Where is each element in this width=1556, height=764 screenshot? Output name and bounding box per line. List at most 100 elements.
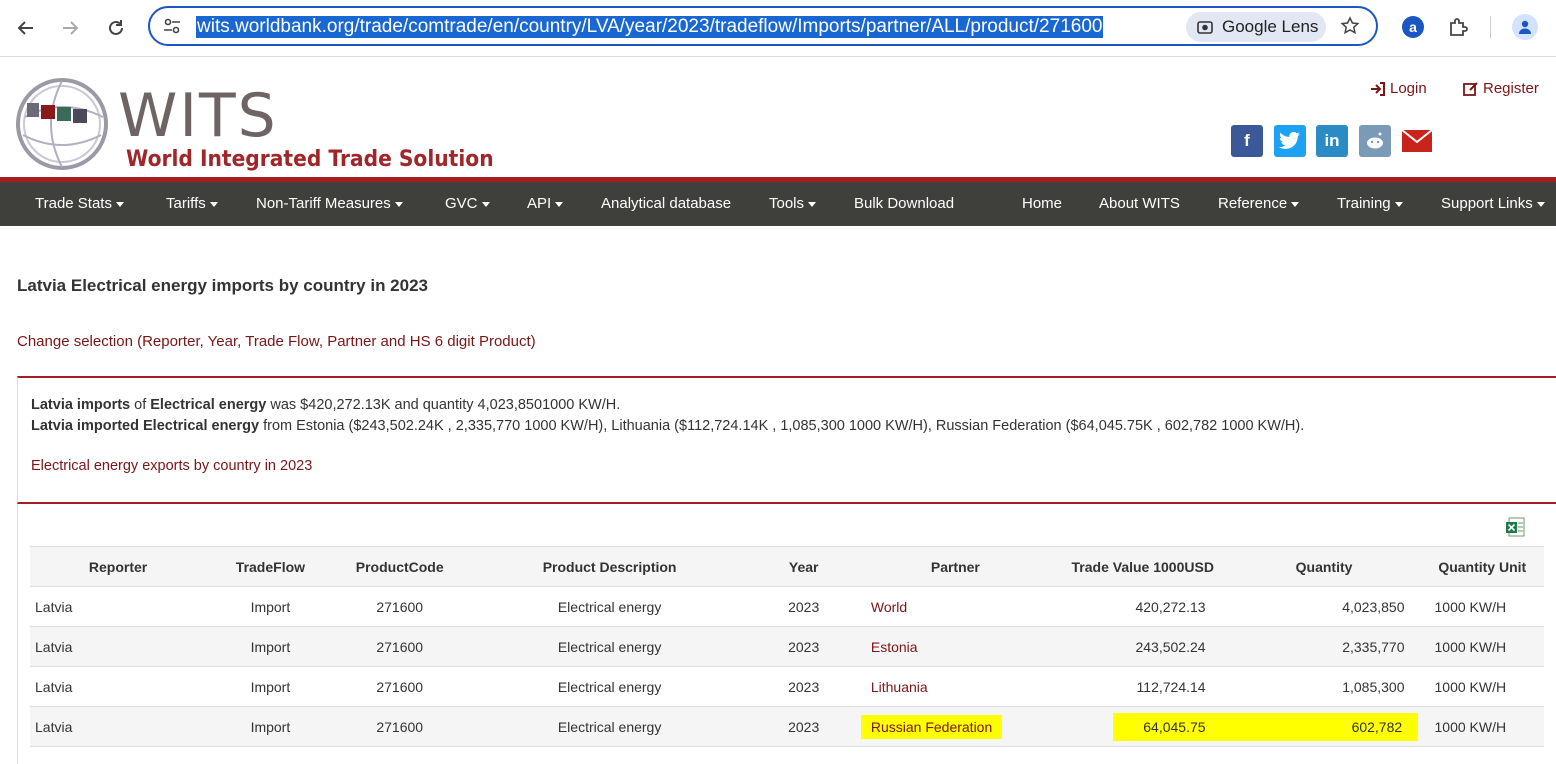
summary-text-of: of (130, 397, 151, 413)
col-reporter[interactable]: Reporter (30, 546, 207, 587)
cell-quantity: 1,085,300 (1227, 666, 1421, 707)
nav-support-links-label: Support Links (1441, 195, 1533, 212)
nav-training[interactable]: Training (1337, 182, 1403, 226)
nav-about-wits[interactable]: About WITS (1099, 182, 1180, 226)
summary-text-partners: from Estonia ($243,502.24K , 2,335,770 1… (259, 418, 1305, 434)
col-tradeflow[interactable]: TradeFlow (206, 546, 335, 587)
profile-avatar-icon[interactable] (1512, 14, 1538, 40)
cell-partner: Russian Federation (852, 706, 1058, 747)
summary-panel: Latvia imports of Electrical energy was … (17, 376, 1556, 504)
nav-reference[interactable]: Reference (1218, 182, 1300, 226)
login-link[interactable]: Login (1370, 80, 1427, 97)
excel-export-icon[interactable] (1506, 517, 1525, 537)
cell-year: 2023 (754, 666, 853, 707)
nav-tariffs[interactable]: Tariffs (166, 182, 218, 226)
nav-tools[interactable]: Tools (769, 182, 817, 226)
summary-bold-imported: Latvia imported Electrical energy (31, 418, 260, 434)
wits-globe-logo[interactable] (15, 77, 109, 176)
caret-down-icon (1536, 201, 1545, 207)
caret-down-icon (394, 201, 403, 207)
caret-down-icon (1394, 201, 1403, 207)
cell-partner: Lithuania (852, 666, 1058, 707)
partner-link[interactable]: Estonia (871, 639, 918, 655)
facebook-icon[interactable]: f (1231, 125, 1263, 157)
cell-partner: Estonia (852, 626, 1058, 667)
extension-a-icon[interactable]: a (1402, 16, 1424, 38)
nav-trade-stats[interactable]: Trade Stats (35, 182, 124, 226)
cell-trade-value: 112,724.14 (1057, 666, 1228, 707)
cell-reporter: Latvia (30, 626, 207, 667)
cell-product-description: Electrical energy (464, 586, 755, 627)
col-trade-value[interactable]: Trade Value 1000USD (1057, 546, 1228, 587)
cell-productcode: 271600 (334, 586, 465, 627)
wits-logo-word: WITS (118, 81, 278, 151)
cell-reporter: Latvia (30, 666, 207, 707)
site-settings-icon[interactable] (162, 16, 182, 41)
cell-quantity: 602,782 (1227, 706, 1421, 747)
wits-logo-subtitle: World Integrated Trade Solution (126, 147, 494, 172)
back-arrow-icon[interactable] (12, 14, 40, 42)
col-quantity[interactable]: Quantity (1227, 546, 1421, 587)
change-selection-link[interactable]: Change selection (Reporter, Year, Trade … (17, 333, 536, 350)
partner-link[interactable]: World (871, 599, 907, 615)
summary-line-2: Latvia imported Electrical energy from E… (31, 416, 1304, 437)
nav-trade-stats-label: Trade Stats (35, 195, 112, 212)
col-productcode[interactable]: ProductCode (334, 546, 465, 587)
nav-non-tariff-measures[interactable]: Non-Tariff Measures (256, 182, 403, 226)
col-year[interactable]: Year (754, 546, 853, 587)
wits-logo-text[interactable]: WITS (118, 84, 278, 148)
nav-home[interactable]: Home (1022, 182, 1062, 226)
edit-icon (1463, 81, 1478, 96)
col-quantity-unit[interactable]: Quantity Unit (1420, 546, 1544, 587)
nav-support-links[interactable]: Support Links (1441, 182, 1545, 226)
nav-api[interactable]: API (527, 182, 564, 226)
table-row: Latvia Import 271600 Electrical energy 2… (30, 626, 1544, 667)
cell-product-description: Electrical energy (464, 706, 755, 747)
exports-by-country-link[interactable]: Electrical energy exports by country in … (31, 458, 312, 474)
summary-bold-product: Electrical energy (150, 397, 267, 413)
url-text[interactable]: wits.worldbank.org/trade/comtrade/en/cou… (196, 16, 1104, 38)
bookmark-star-icon[interactable] (1340, 16, 1360, 41)
linkedin-icon[interactable]: in (1316, 125, 1348, 157)
address-bar[interactable]: wits.worldbank.org/trade/comtrade/en/cou… (148, 6, 1378, 46)
nav-gvc[interactable]: GVC (445, 182, 490, 226)
twitter-icon[interactable] (1274, 125, 1306, 157)
register-link[interactable]: Register (1463, 80, 1539, 97)
partner-link[interactable]: Lithuania (871, 679, 928, 695)
cell-product-description: Electrical energy (464, 626, 755, 667)
cell-tradeflow: Import (206, 706, 335, 747)
google-lens-button[interactable]: Google Lens (1186, 12, 1326, 42)
nav-bulk-download[interactable]: Bulk Download (854, 182, 954, 226)
caret-down-icon (808, 201, 817, 207)
cell-reporter: Latvia (30, 706, 207, 747)
browser-toolbar: wits.worldbank.org/trade/comtrade/en/cou… (0, 0, 1556, 57)
cell-quantity-unit: 1000 KW/H (1420, 586, 1544, 627)
google-lens-label: Google Lens (1222, 17, 1319, 36)
highlighted-trade-value: 64,045.75 (1113, 712, 1228, 741)
col-partner[interactable]: Partner (852, 546, 1058, 587)
cell-reporter: Latvia (30, 586, 207, 627)
caret-down-icon (209, 201, 218, 207)
summary-text-value: was $420,272.13K and quantity 4,023,8501… (266, 397, 621, 413)
cell-quantity-unit: 1000 KW/H (1420, 626, 1544, 667)
cell-trade-value: 420,272.13 (1057, 586, 1228, 627)
partner-link[interactable]: Russian Federation (860, 714, 1003, 739)
cell-trade-value: 243,502.24 (1057, 626, 1228, 667)
nav-analytical-database[interactable]: Analytical database (601, 182, 731, 226)
cell-quantity: 4,023,850 (1227, 586, 1421, 627)
col-product-description[interactable]: Product Description (464, 546, 755, 587)
nav-home-label: Home (1022, 195, 1063, 212)
reload-icon[interactable] (102, 14, 130, 42)
nav-bulk-download-label: Bulk Download (854, 195, 955, 212)
nav-about-wits-label: About WITS (1099, 195, 1180, 212)
email-icon[interactable] (1401, 125, 1433, 157)
cell-partner: World (852, 586, 1058, 627)
cell-tradeflow: Import (206, 586, 335, 627)
camera-lens-icon (1197, 21, 1213, 34)
nav-gvc-label: GVC (445, 195, 478, 212)
page-title: Latvia Electrical energy imports by coun… (17, 276, 428, 295)
reddit-icon[interactable] (1359, 125, 1391, 157)
forward-arrow-icon[interactable] (56, 14, 84, 42)
cell-product-description: Electrical energy (464, 666, 755, 707)
extensions-puzzle-icon[interactable] (1447, 15, 1471, 44)
